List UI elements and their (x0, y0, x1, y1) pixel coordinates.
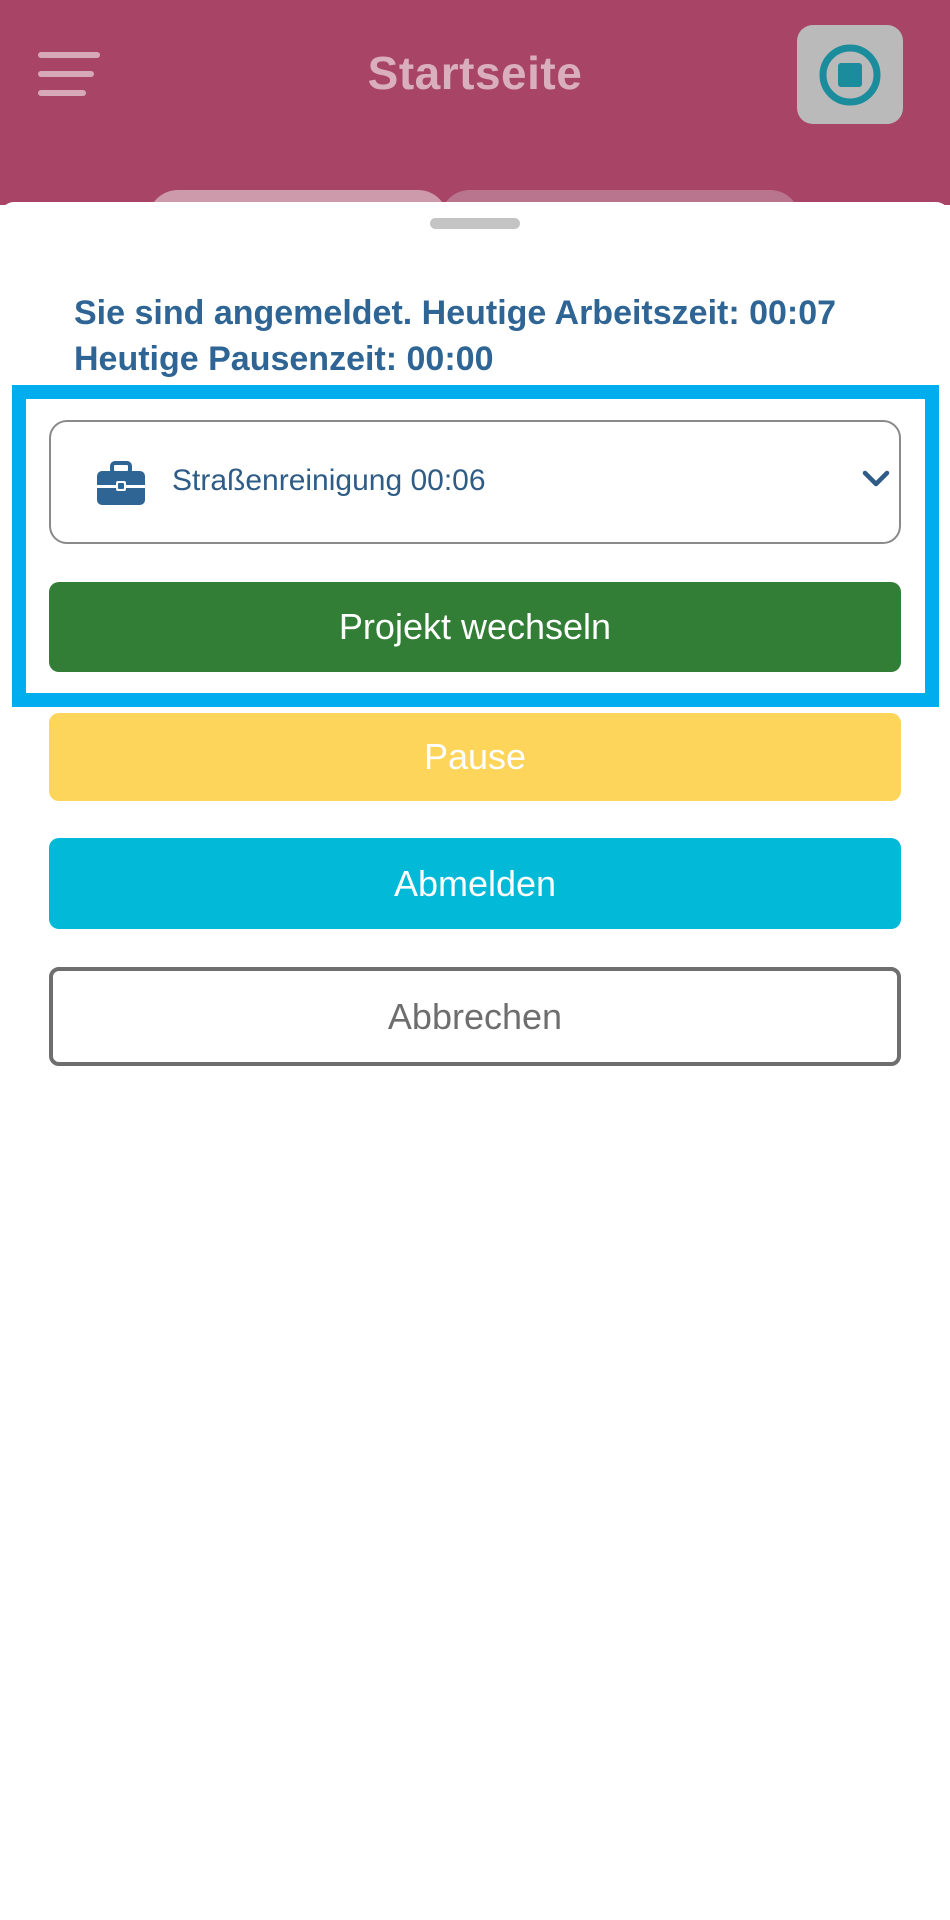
top-app-bar: Startseite (0, 0, 950, 205)
logout-button[interactable]: Abmelden (49, 838, 901, 929)
chevron-down-icon (861, 467, 891, 491)
briefcase-icon (95, 461, 147, 507)
work-status-text: Sie sind angemeldet. Heutige Arbeitszeit… (74, 294, 837, 378)
cancel-button[interactable]: Abbrechen (49, 967, 901, 1066)
selected-project-label: Straßenreinigung 00:06 (172, 464, 486, 497)
stop-circle-icon (819, 44, 881, 105)
app-screen: Startseite Sie sind angemeldet. Heutige … (0, 0, 950, 1920)
sheet-drag-handle[interactable] (430, 218, 520, 229)
project-select[interactable]: Straßenreinigung 00:06 (49, 420, 901, 544)
stop-button[interactable] (797, 25, 903, 124)
pause-button[interactable]: Pause (49, 713, 901, 801)
switch-project-button[interactable]: Projekt wechseln (49, 582, 901, 672)
